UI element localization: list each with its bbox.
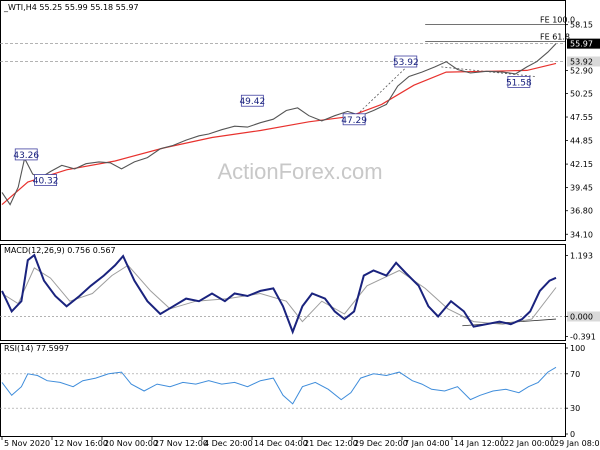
x-axis-label: 29 Dec 20:00	[354, 439, 408, 448]
price-axis-label: 39.45	[570, 184, 593, 193]
price-axis-label: 50.25	[570, 89, 593, 98]
price-annotation-label: 51.58	[506, 78, 532, 88]
price-annotation-label: 49.42	[239, 97, 265, 107]
rsi-panel-frame	[0, 343, 566, 437]
x-axis-label: 27 Nov 12:00	[154, 439, 208, 448]
price-axis-label: 52.90	[570, 66, 593, 75]
price-axis-label: 44.85	[570, 137, 593, 146]
x-axis-label: 21 Dec 12:00	[304, 439, 358, 448]
price-axis-label: 36.80	[570, 207, 593, 216]
watermark: ActionForex.com	[217, 159, 382, 184]
x-axis-label: 12 Nov 16:00	[54, 439, 108, 448]
macd-axis-label: 0.000	[570, 313, 593, 322]
x-axis-label: 4 Dec 20:00	[204, 439, 253, 448]
x-axis-label: 14 Jan 12:00	[454, 439, 505, 448]
rsi-axis-label: 70	[570, 370, 580, 379]
x-axis-label: 14 Dec 04:00	[254, 439, 308, 448]
rsi-axis-label: 0	[570, 430, 575, 439]
price-annotation-label: 53.92	[393, 58, 419, 68]
wti-chart: ActionForex.com _WTI,H4 55.25 55.99 55.1…	[0, 0, 600, 448]
price-axis-label: 47.55	[570, 113, 593, 122]
price-title: _WTI,H4 55.25 55.99 55.18 55.97	[3, 3, 139, 12]
price-axis-label: 58.15	[570, 21, 593, 30]
current-price-label: 55.97	[570, 40, 593, 49]
rsi-axis-label: 30	[570, 404, 580, 413]
price-annotation-label: 43.26	[13, 151, 39, 161]
rsi-title: RSI(14) 77.5997	[4, 344, 69, 353]
x-axis-label: 29 Jan 08:00	[554, 439, 600, 448]
macd-axis-label: -0.391	[570, 333, 596, 342]
x-axis-label: 7 Jan 04:00	[404, 439, 450, 448]
price-annotation-label: 47.29	[341, 116, 367, 126]
x-axis-label: 5 Nov 2020	[4, 439, 50, 448]
price-axis-label: 53.92	[570, 58, 593, 67]
x-axis-label: 20 Nov 00:00	[104, 439, 158, 448]
rsi-axis-label: 100	[570, 344, 585, 353]
macd-axis-label: 1.193	[570, 251, 593, 260]
price-axis-label: 42.15	[570, 160, 593, 169]
macd-title: MACD(12,26,9) 0.756 0.567	[4, 246, 116, 255]
price-panel-frame	[0, 0, 566, 241]
price-axis-label: 34.10	[570, 230, 593, 239]
fe-level-label: FE 61.8	[540, 33, 570, 42]
price-annotation-label: 40.32	[33, 177, 59, 187]
x-axis-label: 22 Jan 00:00	[504, 439, 555, 448]
